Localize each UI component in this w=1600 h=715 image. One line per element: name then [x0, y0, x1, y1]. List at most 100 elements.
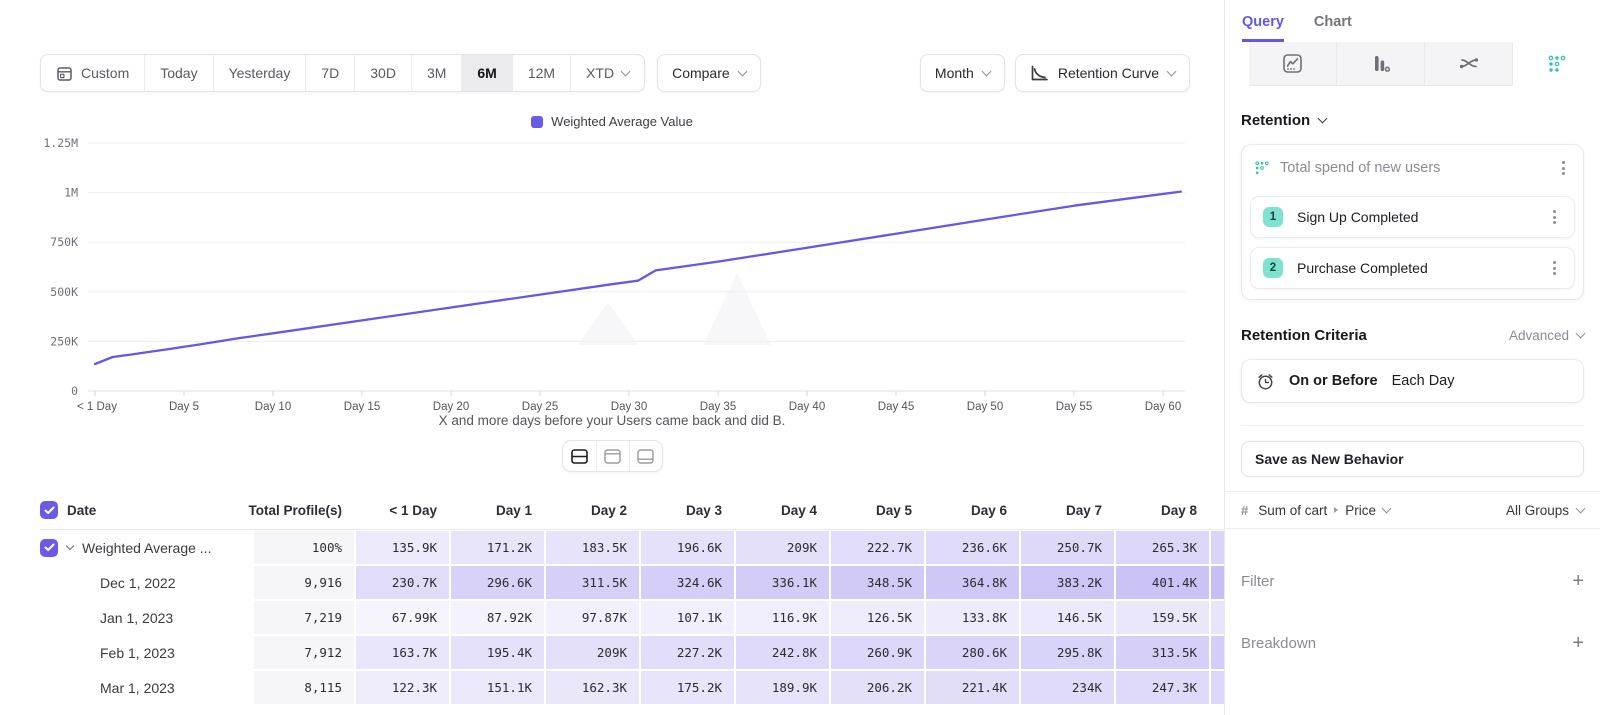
save-as-new-behavior-button[interactable]: Save as New Behavior [1241, 441, 1584, 477]
retention-cell-day-0[interactable]: 67.99K [356, 601, 449, 634]
toggle-split-view[interactable] [563, 441, 596, 471]
flows-icon [1458, 53, 1480, 74]
retention-cell-day-4[interactable]: 242.8K [736, 636, 829, 669]
row-label-mar-1-2023[interactable]: Mar 1, 2023 [40, 671, 252, 704]
retention-cell-day-6[interactable]: 236.6K [926, 531, 1019, 564]
retention-cell-day-5[interactable]: 126.5K [831, 601, 924, 634]
add-filter-button[interactable]: + [1572, 571, 1584, 591]
behavior-step-2[interactable]: 2Purchase Completed [1250, 247, 1575, 289]
toggle-table-only-view[interactable] [629, 441, 662, 471]
range-label: Today [160, 65, 197, 81]
add-breakdown-button[interactable]: + [1572, 633, 1584, 653]
retention-cell-day-6[interactable]: 133.8K [926, 601, 1019, 634]
retention-cell-day-6[interactable]: 364.8K [926, 566, 1019, 599]
row-label-feb-1-2023[interactable]: Feb 1, 2023 [40, 636, 252, 669]
range-3m[interactable]: 3M [411, 55, 461, 91]
retention-cell-day-4[interactable]: 116.9K [736, 601, 829, 634]
weighted-average-line[interactable] [95, 192, 1181, 364]
behavior-menu-icon[interactable] [1556, 157, 1571, 179]
retention-cell-day-2[interactable]: 311.5K [546, 566, 639, 599]
compare-button[interactable]: Compare [657, 54, 761, 92]
retention-cell-day-0[interactable]: 163.7K [356, 636, 449, 669]
tab-chart[interactable]: Chart [1314, 14, 1352, 42]
timing-card[interactable]: On or Before Each Day [1241, 359, 1584, 403]
retention-cell-day-0[interactable]: 230.7K [356, 566, 449, 599]
retention-cell-day-1[interactable]: 195.4K [451, 636, 544, 669]
retention-cell-day-8[interactable]: 265.3K [1116, 531, 1209, 564]
tab-retention[interactable] [1513, 42, 1600, 86]
tab-insights[interactable] [1249, 42, 1337, 86]
criteria-mode-dropdown[interactable]: Advanced [1509, 328, 1584, 343]
retention-cell-day-5[interactable]: 260.9K [831, 636, 924, 669]
toggle-chart-only-view[interactable] [596, 441, 629, 471]
retention-cell-day-8[interactable]: 159.5K [1116, 601, 1209, 634]
retention-cell-day-0[interactable]: 122.3K [356, 671, 449, 704]
row-checkbox[interactable] [40, 539, 58, 557]
retention-cell-day-0[interactable]: 135.9K [356, 531, 449, 564]
retention-cell-day-1[interactable]: 151.1K [451, 671, 544, 704]
retention-cell-day-7[interactable]: 234K [1021, 671, 1114, 704]
step-menu-icon[interactable] [1547, 206, 1562, 228]
retention-curve-icon [1030, 65, 1049, 82]
retention-cell-day-4[interactable]: 336.1K [736, 566, 829, 599]
retention-cell-day-7[interactable]: 383.2K [1021, 566, 1114, 599]
range-6m[interactable]: 6M [461, 55, 511, 91]
step-menu-icon[interactable] [1547, 257, 1562, 279]
retention-cell-day-2[interactable]: 162.3K [546, 671, 639, 704]
row-label-dec-1-2022[interactable]: Dec 1, 2022 [40, 566, 252, 599]
tab-query[interactable]: Query [1242, 14, 1284, 42]
behavior-step-1[interactable]: 1Sign Up Completed [1250, 196, 1575, 238]
retention-cell-day-3[interactable]: 107.1K [641, 601, 734, 634]
retention-cell-day-5[interactable]: 222.7K [831, 531, 924, 564]
behavior-header[interactable]: Total spend of new users [1250, 149, 1575, 187]
retention-cell-day-1[interactable]: 296.6K [451, 566, 544, 599]
range-label: XTD [586, 65, 614, 81]
range-7d[interactable]: 7D [305, 55, 354, 91]
row-checkbox[interactable] [40, 501, 58, 519]
tab-flows[interactable] [1425, 42, 1513, 86]
range-12m[interactable]: 12M [512, 55, 570, 91]
retention-cell-day-6[interactable]: 221.4K [926, 671, 1019, 704]
retention-cell-day-1[interactable]: 87.92K [451, 601, 544, 634]
retention-line-chart[interactable]: 1.25M1M750K500K250K0< 1 DayDay 5Day 10Da… [0, 133, 1224, 417]
retention-cell-day-2[interactable]: 209K [546, 636, 639, 669]
range-30d[interactable]: 30D [354, 55, 411, 91]
metric-property-dropdown[interactable]: Sum of cart Price [1258, 503, 1390, 518]
expand-caret-icon[interactable] [66, 542, 74, 550]
retention-cell-day-5[interactable]: 348.5K [831, 566, 924, 599]
timing-mode-label: On or Before [1289, 373, 1378, 389]
retention-cell-day-3[interactable]: 196.6K [641, 531, 734, 564]
retention-cell-day-3[interactable]: 324.6K [641, 566, 734, 599]
groups-dropdown[interactable]: All Groups [1506, 503, 1584, 518]
tab-funnels[interactable] [1337, 42, 1425, 86]
column-header-day-7: Day 7 [1021, 494, 1114, 526]
retention-cell-day-3[interactable]: 227.2K [641, 636, 734, 669]
retention-cell-day-4[interactable]: 189.9K [736, 671, 829, 704]
retention-cell-day-8[interactable]: 313.5K [1116, 636, 1209, 669]
retention-cell-day-2[interactable]: 97.87K [546, 601, 639, 634]
chart-type-dropdown[interactable]: Retention Curve [1015, 54, 1190, 92]
retention-cell-day-1[interactable]: 171.2K [451, 531, 544, 564]
step-event-label: Sign Up Completed [1297, 209, 1533, 225]
retention-cell-day-5[interactable]: 206.2K [831, 671, 924, 704]
granularity-dropdown[interactable]: Month [920, 54, 1005, 92]
panel-divider [1241, 425, 1584, 426]
metric-row[interactable]: # Sum of cart Price All Groups [1225, 491, 1600, 529]
retention-cell-day-6[interactable]: 280.6K [926, 636, 1019, 669]
retention-cell-day-4[interactable]: 209K [736, 531, 829, 564]
range-custom[interactable]: Custom [41, 55, 144, 91]
range-xtd[interactable]: XTD [570, 55, 644, 91]
retention-cell-day-8[interactable]: 247.3K [1116, 671, 1209, 704]
retention-section-header[interactable]: Retention [1241, 112, 1584, 129]
row-label-jan-1-2023[interactable]: Jan 1, 2023 [40, 601, 252, 634]
retention-cell-day-7[interactable]: 146.5K [1021, 601, 1114, 634]
range-yesterday[interactable]: Yesterday [213, 55, 306, 91]
retention-cell-day-2[interactable]: 183.5K [546, 531, 639, 564]
row-label-weighted-average-[interactable]: Weighted Average ... [40, 531, 252, 564]
retention-cell-day-7[interactable]: 250.7K [1021, 531, 1114, 564]
retention-cell-day-3[interactable]: 175.2K [641, 671, 734, 704]
range-label: 12M [528, 65, 555, 81]
retention-cell-day-7[interactable]: 295.8K [1021, 636, 1114, 669]
retention-cell-day-8[interactable]: 401.4K [1116, 566, 1209, 599]
range-today[interactable]: Today [144, 55, 212, 91]
